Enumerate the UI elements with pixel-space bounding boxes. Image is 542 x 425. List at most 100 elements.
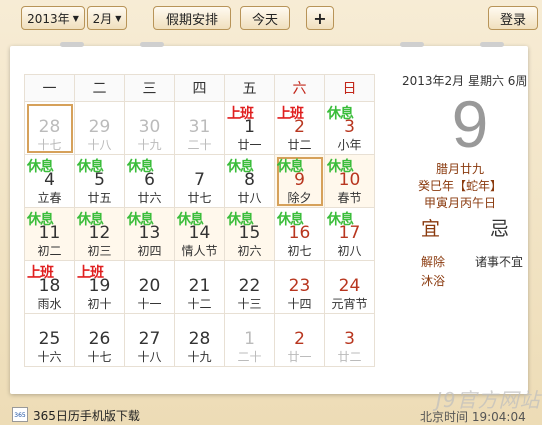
- day-cell[interactable]: 22 十三: [224, 260, 275, 314]
- weekday-label: 一: [24, 74, 75, 102]
- lunar-label: 廿二: [337, 350, 362, 364]
- rest-day-tag: 休息: [77, 212, 104, 228]
- month-grid: 一二三四五六日 28 十七 29 十八 30 十九 31 二十 上班 1 廿一 上班 2 廿二 休息 3 小年休…: [24, 74, 375, 367]
- day-cell[interactable]: 上班 19 初十: [74, 260, 125, 314]
- day-cell[interactable]: 29 十八: [74, 101, 125, 155]
- day-cell[interactable]: 休息 11 初二: [24, 207, 75, 261]
- day-number: 2: [294, 329, 305, 349]
- selected-day-number: 9: [451, 87, 489, 161]
- lunar-label: 十八: [137, 350, 162, 364]
- lunar-label: 春节: [337, 191, 362, 205]
- lunar-label: 十三: [237, 297, 262, 311]
- day-cell[interactable]: 21 十二: [174, 260, 225, 314]
- ji-label: 忌: [490, 218, 510, 240]
- work-day-tag: 上班: [27, 265, 54, 281]
- lunar-label: 廿六: [137, 191, 162, 205]
- work-day-tag: 上班: [277, 106, 304, 122]
- lunar-label: 二十: [187, 138, 212, 152]
- day-number: 29: [88, 117, 111, 137]
- lunar-label: 十四: [287, 297, 312, 311]
- ganzhi-month-day: 甲寅月丙午日: [423, 196, 496, 210]
- day-cell[interactable]: 27 十八: [124, 313, 175, 367]
- day-cell[interactable]: 24 元宵节: [324, 260, 375, 314]
- day-cell[interactable]: 上班 2 廿二: [274, 101, 325, 155]
- binder-ring: [400, 42, 424, 47]
- day-cell[interactable]: 休息 10 春节: [324, 154, 375, 208]
- chevron-down-icon: ▼: [72, 13, 79, 23]
- lunar-label: 除夕: [287, 191, 312, 205]
- day-number: 25: [38, 329, 61, 349]
- rest-day-tag: 休息: [27, 212, 54, 228]
- day-number: 21: [188, 276, 211, 296]
- day-cell[interactable]: 3 廿二: [324, 313, 375, 367]
- lunar-label: 廿二: [287, 138, 312, 152]
- day-cell[interactable]: 休息 13 初四: [124, 207, 175, 261]
- day-cell[interactable]: 28 十七: [24, 101, 75, 155]
- holiday-schedule-button[interactable]: 假期安排: [153, 6, 231, 30]
- weekday-label: 二: [74, 74, 125, 102]
- footer-bar: 365 365日历手机版下载 北京时间 19:04:04: [0, 402, 542, 425]
- day-cell[interactable]: 25 十六: [24, 313, 75, 367]
- day-cell[interactable]: 休息 6 廿六: [124, 154, 175, 208]
- day-cell[interactable]: 休息 15 初六: [224, 207, 275, 261]
- day-cell[interactable]: 休息 12 初三: [74, 207, 125, 261]
- rest-day-tag: 休息: [277, 212, 304, 228]
- binder-ring: [480, 42, 504, 47]
- lunar-label: 廿八: [237, 191, 262, 205]
- rest-day-tag: 休息: [227, 159, 254, 175]
- work-day-tag: 上班: [77, 265, 104, 281]
- day-cell[interactable]: 7 廿七: [174, 154, 225, 208]
- day-cell[interactable]: 休息 17 初八: [324, 207, 375, 261]
- day-cell[interactable]: 26 十七: [74, 313, 125, 367]
- day-cell[interactable]: 上班 1 廿一: [224, 101, 275, 155]
- day-cell[interactable]: 休息 4 立春: [24, 154, 75, 208]
- day-number: 23: [288, 276, 311, 296]
- add-button[interactable]: +: [306, 6, 334, 30]
- day-cell[interactable]: 休息 9 除夕: [274, 154, 325, 208]
- day-cell[interactable]: 31 二十: [174, 101, 225, 155]
- weekday-header: 一二三四五六日: [24, 74, 375, 102]
- week-row: 休息 11 初二 休息 12 初三 休息 13 初四 休息 14 情人节 休息 15 初六 休息 16 初七 休息 1…: [24, 207, 375, 261]
- today-button[interactable]: 今天: [240, 6, 290, 30]
- login-button[interactable]: 登录: [488, 6, 538, 30]
- binder-ring: [140, 42, 164, 47]
- rest-day-tag: 休息: [277, 159, 304, 175]
- year-select-value: 2013年: [27, 11, 70, 26]
- lunar-label: 十九: [187, 350, 212, 364]
- day-number: 1: [244, 329, 255, 349]
- day-number: 27: [138, 329, 161, 349]
- binder-ring: [60, 42, 84, 47]
- day-cell[interactable]: 1 二十: [224, 313, 275, 367]
- day-cell[interactable]: 休息 16 初七: [274, 207, 325, 261]
- day-cell[interactable]: 上班 18 雨水: [24, 260, 75, 314]
- weekday-label: 五: [224, 74, 275, 102]
- rest-day-tag: 休息: [77, 159, 104, 175]
- rest-day-tag: 休息: [227, 212, 254, 228]
- day-cell[interactable]: 休息 8 廿八: [224, 154, 275, 208]
- day-cell[interactable]: 20 十一: [124, 260, 175, 314]
- month-select[interactable]: 2月 ▼: [87, 6, 127, 30]
- lunar-label: 初七: [287, 244, 312, 258]
- rest-day-tag: 休息: [177, 212, 204, 228]
- lunar-label: 立春: [37, 191, 62, 205]
- rest-day-tag: 休息: [327, 212, 354, 228]
- lunar-label: 二十: [237, 350, 262, 364]
- rest-day-tag: 休息: [327, 159, 354, 175]
- day-cell[interactable]: 休息 5 廿五: [74, 154, 125, 208]
- lunar-label: 初四: [137, 244, 162, 258]
- day-cell[interactable]: 休息 14 情人节: [174, 207, 225, 261]
- day-cell[interactable]: 休息 3 小年: [324, 101, 375, 155]
- lunar-label: 廿一: [287, 350, 312, 364]
- day-number: 26: [88, 329, 111, 349]
- day-cell[interactable]: 30 十九: [124, 101, 175, 155]
- ganzhi-year: 癸巳年【蛇年】: [417, 179, 502, 193]
- lunar-label: 十七: [37, 138, 62, 152]
- day-number: 31: [188, 117, 211, 137]
- day-cell[interactable]: 28 十九: [174, 313, 225, 367]
- day-cell[interactable]: 23 十四: [274, 260, 325, 314]
- year-select[interactable]: 2013年 ▼: [21, 6, 85, 30]
- rest-day-tag: 休息: [327, 106, 354, 122]
- weekday-label: 六: [274, 74, 325, 102]
- mobile-download-link[interactable]: 365日历手机版下载: [33, 407, 140, 424]
- day-cell[interactable]: 2 廿一: [274, 313, 325, 367]
